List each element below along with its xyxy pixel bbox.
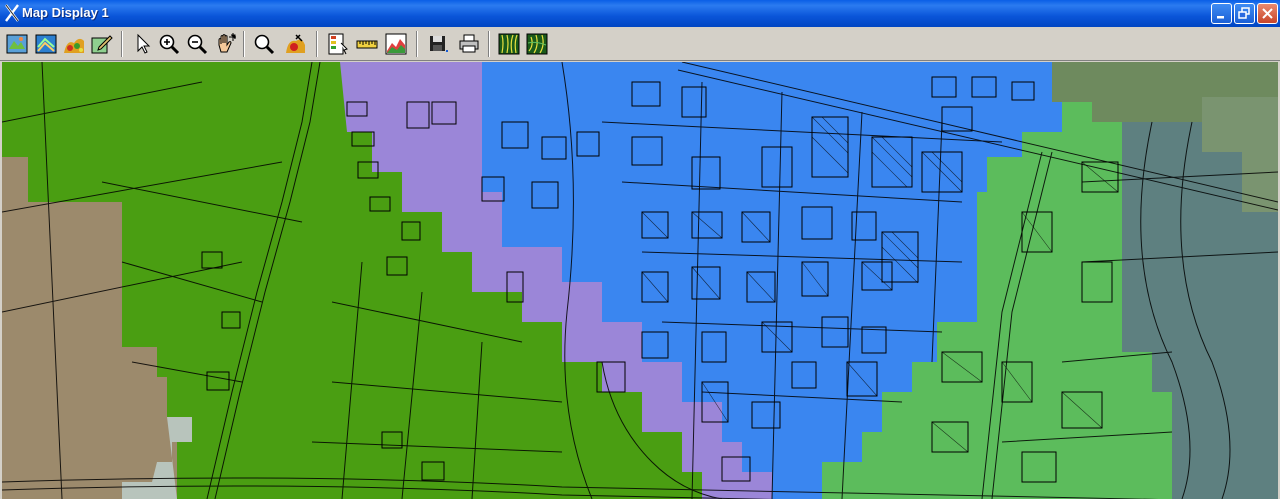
select-arrow-icon [137,33,151,54]
window-title: Map Display 1 [22,5,109,20]
close-button[interactable] [1257,3,1278,24]
profile-button[interactable] [383,31,409,57]
edit-map-button[interactable] [89,31,115,57]
toolbar-separator [488,31,490,57]
x-app-icon [4,4,20,22]
legend-button[interactable] [325,31,351,57]
zoom-extent-icon [254,34,275,55]
map-raster [2,62,1278,499]
zoom-out-button[interactable] [184,31,210,57]
query-point-icon [286,34,305,53]
profile-icon [385,33,407,55]
close-icon [1262,8,1273,19]
minimize-button[interactable] [1211,3,1232,24]
display-mode-1-icon [498,33,520,55]
toolbar-separator [416,31,418,57]
zoom-in-icon [159,34,180,55]
map-layers-button[interactable] [33,31,59,57]
print-icon [459,34,479,53]
pan-hand-icon [218,33,236,53]
open-map-icon [6,34,28,54]
raster-overlay-icon [64,38,84,53]
edit-map-icon [91,35,113,54]
map-layers-icon [35,34,57,54]
display-mode-2-button[interactable] [524,31,550,57]
display-mode-1-button[interactable] [496,31,522,57]
save-button[interactable] [425,31,451,57]
restore-icon [1238,7,1250,19]
measure-button[interactable] [354,31,380,57]
zoom-out-icon [187,34,208,55]
display-mode-2-icon [526,33,548,55]
print-button[interactable] [456,31,482,57]
select-button[interactable] [130,31,156,57]
zoom-in-button[interactable] [156,31,182,57]
save-icon [430,36,448,52]
maximize-button[interactable] [1234,3,1255,24]
legend-icon [328,33,348,55]
zoom-extent-button[interactable] [251,31,277,57]
toolbar [0,27,1280,61]
minimize-icon [1217,16,1224,19]
query-point-button[interactable] [282,31,308,57]
raster-overlay-button[interactable] [61,31,87,57]
open-map-button[interactable] [4,31,30,57]
pan-button[interactable] [212,31,238,57]
measure-ruler-icon [356,40,378,49]
toolbar-separator [121,31,123,57]
map-canvas[interactable] [2,62,1278,499]
toolbar-separator [316,31,318,57]
toolbar-separator [243,31,245,57]
title-bar: Map Display 1 [0,0,1280,27]
